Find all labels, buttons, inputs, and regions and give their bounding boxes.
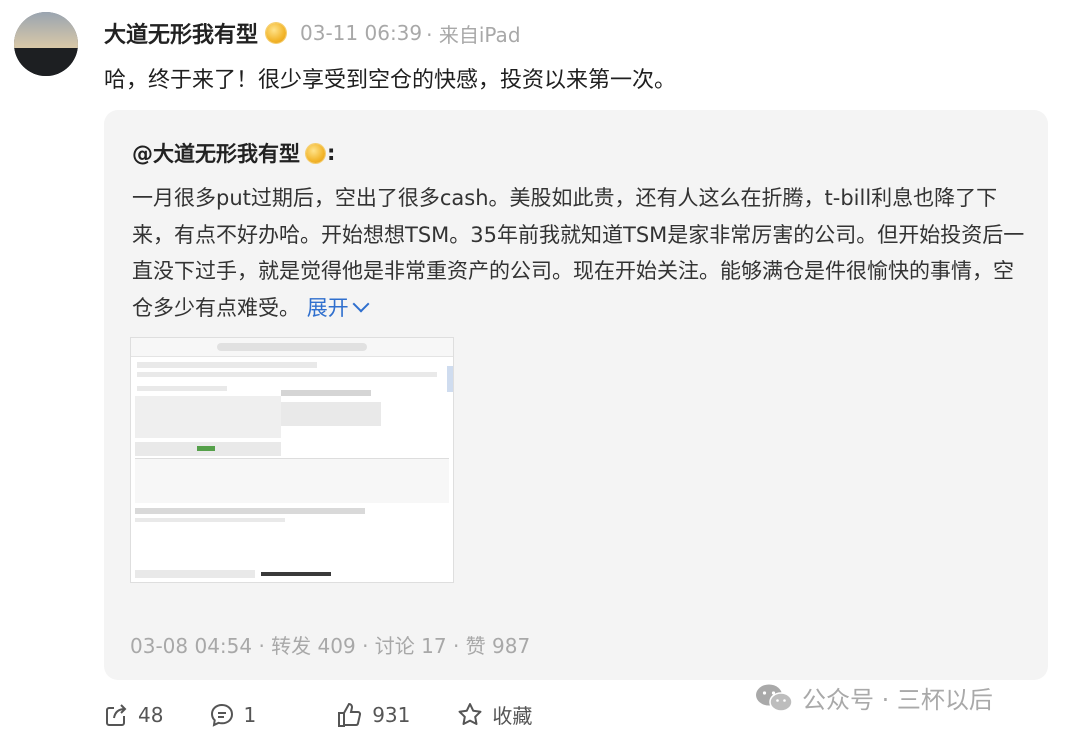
quoted-meta: 03-08 04:54 · 转发 409 · 讨论 17 · 赞 987 bbox=[130, 634, 531, 658]
thumb-quote-table bbox=[281, 402, 381, 426]
thumb-line bbox=[137, 386, 227, 391]
quoted-colon: : bbox=[327, 141, 336, 165]
favorite-label: 收藏 bbox=[492, 704, 533, 728]
thumb-url-bar bbox=[217, 343, 367, 351]
like-count: 931 bbox=[372, 702, 411, 727]
post-timestamp: 03-11 06:39 bbox=[300, 21, 423, 45]
quoted-author[interactable]: @大道无形我有型 bbox=[132, 138, 300, 168]
favorite-button[interactable]: 收藏 bbox=[456, 700, 532, 729]
expand-label: 展开 bbox=[306, 295, 349, 320]
comment-count: 1 bbox=[243, 702, 257, 727]
like-button[interactable]: 931 bbox=[336, 701, 410, 729]
post-text: 哈，终于来了！很少享受到空仓的快感，投资以来第一次。 bbox=[104, 68, 677, 93]
quoted-header: @大道无形我有型 : bbox=[132, 138, 335, 168]
thumb-line bbox=[135, 518, 285, 522]
thumb-disclaimer bbox=[135, 508, 365, 514]
share-button[interactable]: 48 bbox=[104, 702, 163, 728]
quoted-post[interactable]: @大道无形我有型 : 一月很多put过期后，空出了很多cash。美股如此贵，还有… bbox=[104, 110, 1048, 680]
thumb-ticker bbox=[261, 572, 331, 576]
post-actions: 48 1 931 收藏 bbox=[104, 700, 578, 729]
avatar-ground bbox=[14, 48, 78, 76]
thumb-panel bbox=[135, 458, 449, 503]
post-header: 大道无形我有型 03-11 06:39 · 来自iPad bbox=[104, 18, 521, 48]
thumb-line bbox=[137, 362, 317, 368]
quoted-text: 一月很多put过期后，空出了很多cash。美股如此贵，还有人这么在折腾，t-bi… bbox=[132, 180, 1032, 326]
comment-button[interactable]: 1 bbox=[209, 702, 256, 728]
thumb-line bbox=[137, 372, 437, 377]
avatar[interactable] bbox=[14, 12, 78, 76]
verified-badge-icon bbox=[266, 23, 287, 43]
thumb-green-button bbox=[197, 446, 215, 451]
attached-screenshot-thumbnail[interactable] bbox=[130, 337, 454, 583]
expand-link[interactable]: 展开 bbox=[306, 295, 370, 320]
post-source: · 来自iPad bbox=[426, 22, 521, 47]
thumb-order-form bbox=[135, 396, 281, 438]
comment-icon bbox=[211, 703, 234, 727]
thumb-bottom-bar bbox=[135, 570, 255, 578]
star-icon bbox=[458, 702, 482, 725]
verified-badge-icon bbox=[306, 143, 325, 163]
share-icon bbox=[106, 703, 127, 726]
wechat-icon bbox=[756, 684, 793, 712]
quoted-body: 一月很多put过期后，空出了很多cash。美股如此贵，还有人这么在折腾，t-bi… bbox=[132, 186, 1025, 320]
avatar-sky bbox=[14, 12, 78, 48]
username[interactable]: 大道无形我有型 bbox=[104, 17, 258, 49]
watermark-text: 公众号 · 三杯以后 bbox=[802, 686, 993, 714]
share-count: 48 bbox=[138, 702, 164, 727]
chevron-down-icon bbox=[352, 295, 370, 312]
thumb-side-tab bbox=[447, 366, 453, 392]
thumbs-up-icon bbox=[338, 702, 362, 727]
watermark: 公众号 · 三杯以后 bbox=[754, 680, 993, 715]
thumb-title bbox=[281, 390, 371, 396]
